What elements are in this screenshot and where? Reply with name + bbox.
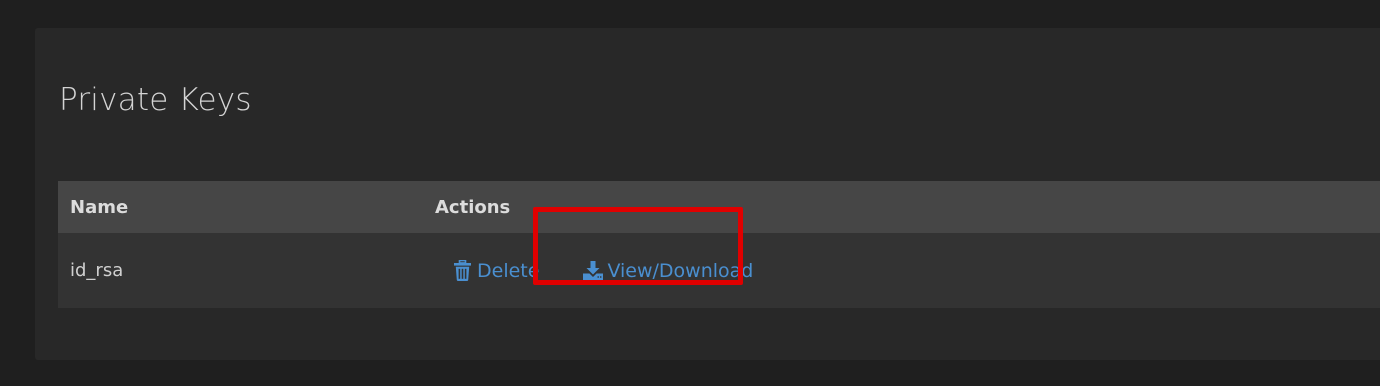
table-header: Name Actions <box>58 181 1380 233</box>
column-header-actions: Actions <box>435 196 511 218</box>
column-header-name: Name <box>70 196 129 218</box>
delete-key-button[interactable]: Delete <box>454 260 539 282</box>
private-keys-table: Name Actions id_rsa Delete View/Download <box>58 181 1380 308</box>
delete-label: Delete <box>477 259 540 282</box>
download-icon <box>583 261 604 280</box>
trash-icon <box>454 260 471 281</box>
view-download-label: View/Download <box>607 259 754 282</box>
view-download-button[interactable]: View/Download <box>583 260 753 282</box>
page-title: Private Keys <box>59 82 252 118</box>
key-name-cell: id_rsa <box>70 260 124 281</box>
key-actions-cell: Delete View/Download <box>435 233 753 308</box>
table-row: id_rsa Delete View/Download <box>58 233 1380 308</box>
private-keys-panel: Private Keys Name Actions id_rsa Delete … <box>35 28 1380 360</box>
